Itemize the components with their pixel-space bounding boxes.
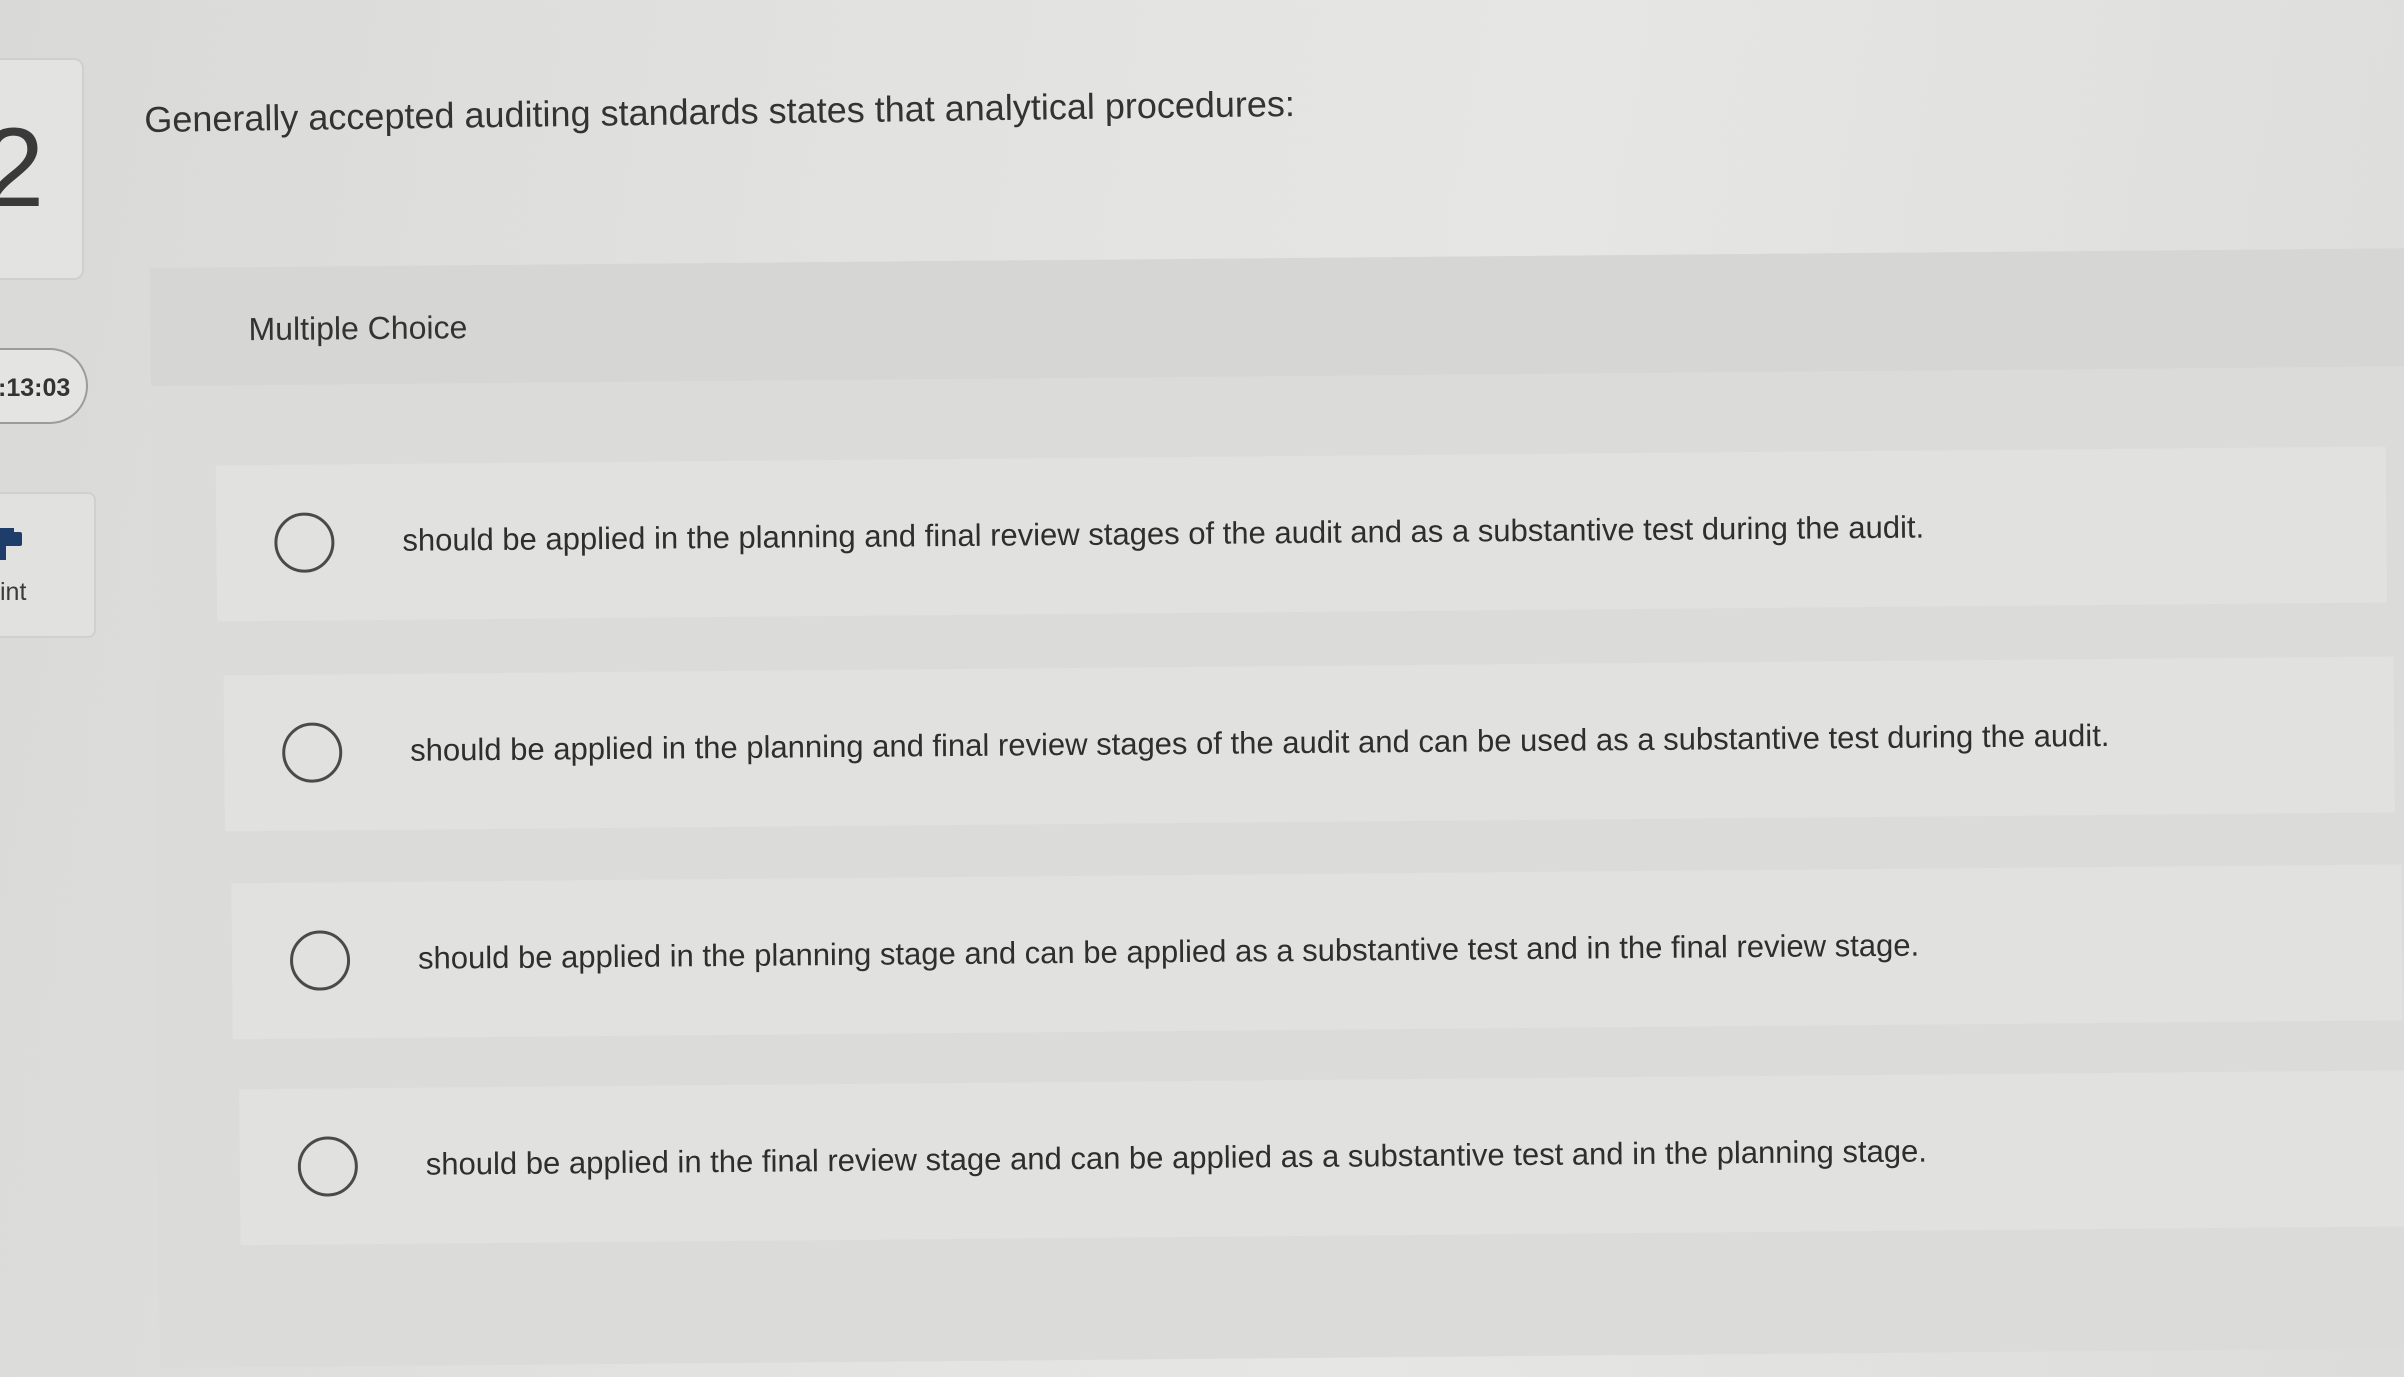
answer-option-text[interactable]: should be applied in the planning stage … (418, 928, 1919, 976)
answers-panel: Multiple Choice should be applied in the… (150, 248, 2404, 1368)
radio-unchecked-icon[interactable] (281, 722, 343, 783)
answer-option-4[interactable]: should be applied in the final review st… (239, 1070, 2404, 1246)
question-type-header: Multiple Choice (150, 248, 2404, 386)
answer-option-text[interactable]: should be applied in the planning and fi… (410, 718, 2110, 768)
answer-option-2[interactable]: should be applied in the planning and fi… (223, 656, 2395, 832)
answer-option-3[interactable]: should be applied in the planning stage … (231, 864, 2403, 1040)
question-type-label: Multiple Choice (248, 309, 468, 348)
question-number: 2 (0, 105, 44, 230)
question-prompt: Generally accepted auditing standards st… (144, 82, 1296, 140)
printer-icon[interactable] (0, 528, 24, 564)
radio-unchecked-icon[interactable] (289, 930, 351, 991)
answer-option-text[interactable]: should be applied in the planning and fi… (402, 510, 1924, 558)
answer-option-1[interactable]: should be applied in the planning and fi… (215, 446, 2388, 622)
print-label[interactable]: int (0, 580, 26, 605)
answer-option-text[interactable]: should be applied in the final review st… (426, 1134, 1927, 1182)
radio-unchecked-icon[interactable] (274, 512, 335, 573)
radio-unchecked-icon[interactable] (297, 1136, 359, 1197)
timer-text: :13:03 (0, 374, 71, 402)
print-button[interactable] (0, 492, 96, 638)
